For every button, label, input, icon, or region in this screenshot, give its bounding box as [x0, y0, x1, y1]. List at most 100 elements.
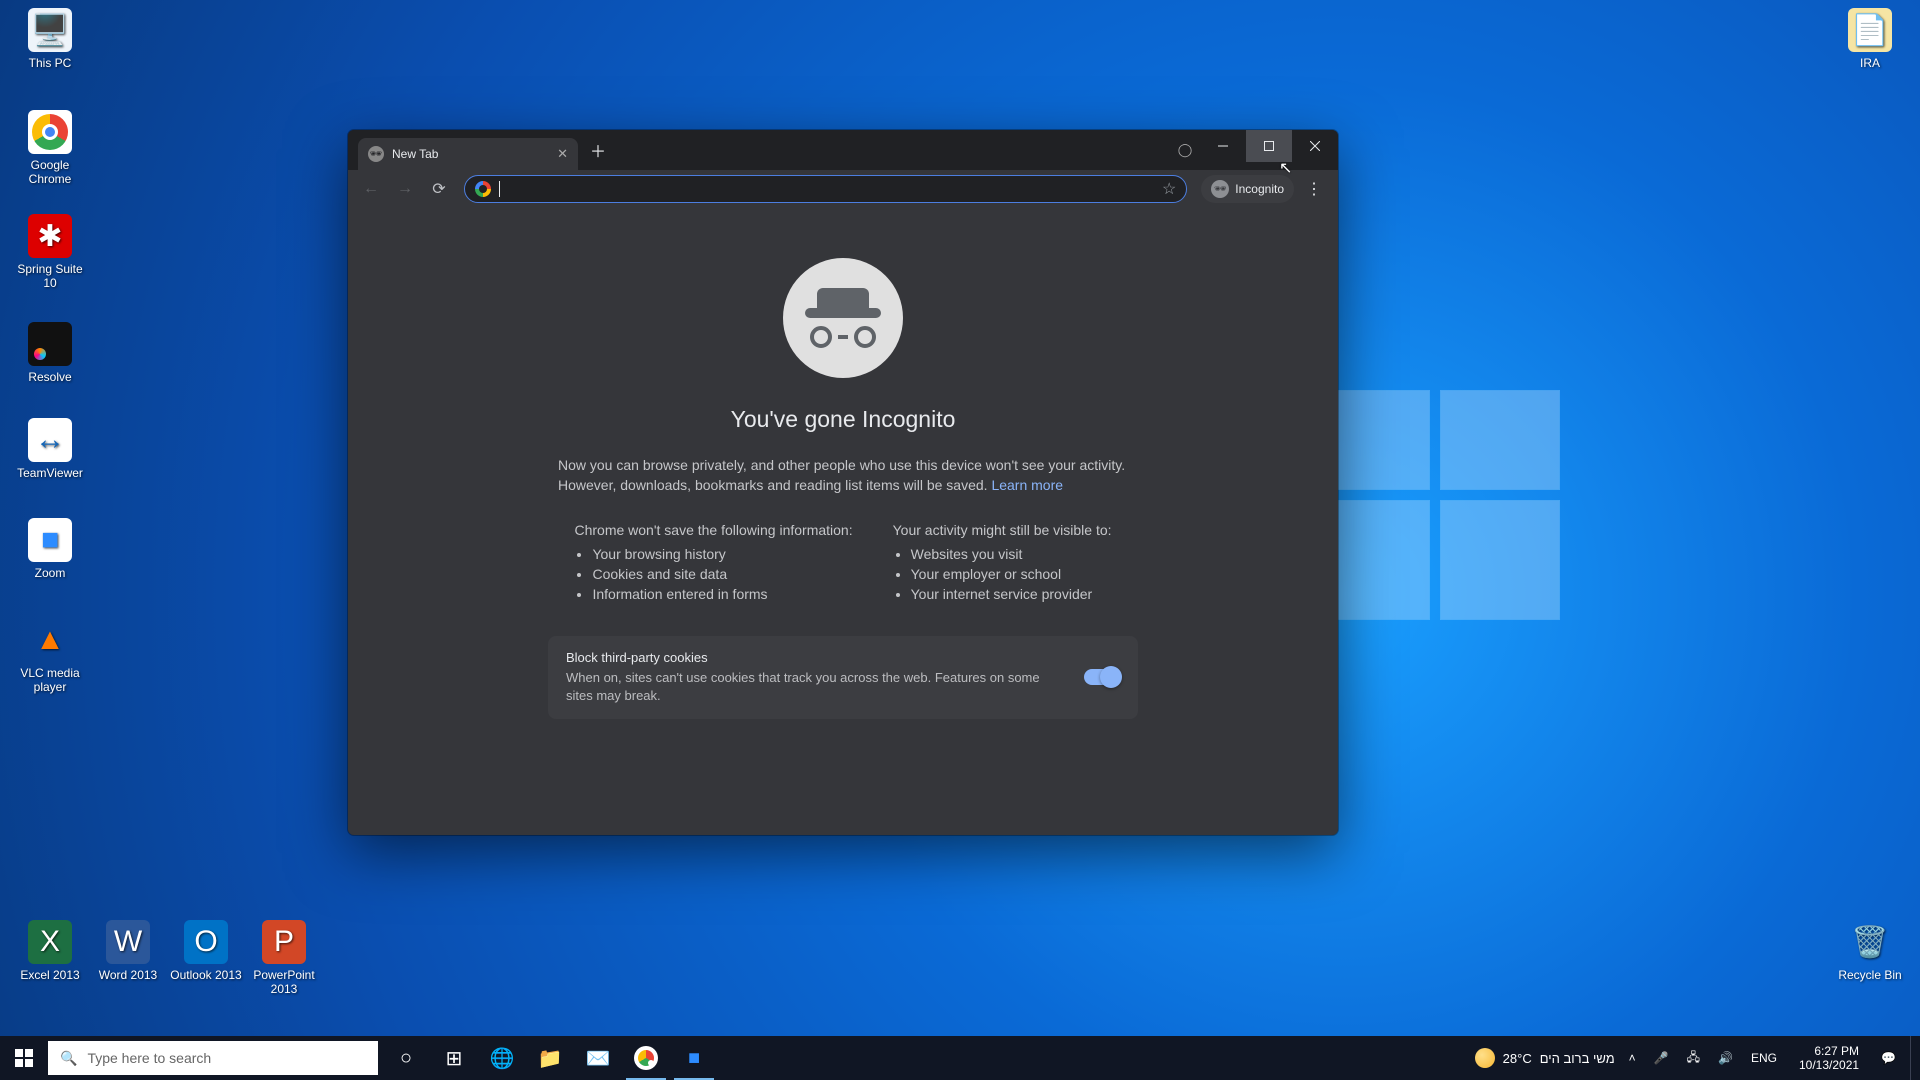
desktop-icon-label: Zoom — [12, 566, 88, 580]
taskbar-weather[interactable]: 28°C משי ברוב הים — [1475, 1048, 1615, 1068]
search-placeholder: Type here to search — [87, 1050, 211, 1066]
desktop-icon-label: TeamViewer — [12, 466, 88, 480]
taskbar-app-explorer[interactable]: 📁 — [526, 1036, 574, 1080]
desktop-icon-recycle-bin[interactable]: 🗑️ Recycle Bin — [1832, 920, 1908, 982]
omnibox[interactable]: ☆ — [464, 175, 1187, 203]
taskbar-app-chrome[interactable] — [622, 1036, 670, 1080]
list-item: Cookies and site data — [592, 566, 852, 582]
tray-volume-icon[interactable]: 🔊 — [1714, 1051, 1737, 1065]
desktop-icon-label: IRA — [1832, 56, 1908, 70]
vlc-icon: ▲ — [28, 618, 72, 662]
outlook-icon: O — [184, 920, 228, 964]
taskbar-app-mail[interactable]: ✉️ — [574, 1036, 622, 1080]
column-visible-to: Your activity might still be visible to:… — [893, 522, 1112, 606]
recycle-bin-icon: 🗑️ — [1848, 920, 1892, 964]
desktop-icon-vlc[interactable]: ▲ VLC media player — [12, 618, 88, 694]
desktop-icon-word[interactable]: W Word 2013 — [90, 920, 166, 982]
desktop-icon-spring-suite[interactable]: ✱ Spring Suite 10 — [12, 214, 88, 290]
desktop-icon-label: Spring Suite 10 — [12, 262, 88, 290]
word-icon: W — [106, 920, 150, 964]
show-desktop-button[interactable] — [1910, 1036, 1916, 1080]
this-pc-icon: 🖥️ — [28, 8, 72, 52]
search-icon: 🔍 — [60, 1050, 77, 1067]
taskbar-app-zoom[interactable]: ■ — [670, 1036, 718, 1080]
list-item: Information entered in forms — [592, 586, 852, 602]
cortana-button[interactable]: ○ — [382, 1036, 430, 1080]
info-columns: Chrome won't save the following informat… — [574, 522, 1111, 606]
page-content: You've gone Incognito Now you can browse… — [348, 208, 1338, 835]
chrome-menu-button[interactable]: ⋮ — [1298, 179, 1330, 199]
desktop-icon-zoom[interactable]: ■ Zoom — [12, 518, 88, 580]
site-info-button[interactable] — [475, 181, 491, 197]
powerpoint-icon: P — [262, 920, 306, 964]
desktop-icon-powerpoint[interactable]: P PowerPoint 2013 — [246, 920, 322, 996]
list-item: Your employer or school — [911, 566, 1112, 582]
browser-tab[interactable]: 🕶 New Tab ✕ — [358, 138, 578, 170]
desktop-icon-label: This PC — [12, 56, 88, 70]
address-input[interactable] — [508, 182, 1154, 197]
tab-search-button[interactable]: ◯ — [1170, 135, 1200, 165]
window-controls — [1200, 130, 1338, 162]
clock-date: 10/13/2021 — [1799, 1058, 1859, 1072]
desktop-icon-excel[interactable]: X Excel 2013 — [12, 920, 88, 982]
language-indicator[interactable]: ENG — [1747, 1051, 1781, 1065]
tray-network-icon[interactable]: 🖧 — [1683, 1048, 1704, 1069]
note-icon: 📄 — [1848, 8, 1892, 52]
new-tab-button[interactable]: ＋ — [578, 138, 618, 162]
tab-title: New Tab — [392, 147, 549, 161]
incognito-heading: You've gone Incognito — [731, 406, 956, 433]
resolve-icon — [28, 322, 72, 366]
desktop-icon-this-pc[interactable]: 🖥️ This PC — [12, 8, 88, 70]
column-wont-save: Chrome won't save the following informat… — [574, 522, 852, 606]
weather-text: משי ברוב הים — [1540, 1051, 1615, 1066]
learn-more-link[interactable]: Learn more — [991, 477, 1063, 493]
incognito-tab-icon: 🕶 — [368, 146, 384, 162]
taskbar-clock[interactable]: 6:27 PM 10/13/2021 — [1791, 1044, 1867, 1073]
zoom-icon: ■ — [28, 518, 72, 562]
task-view-button[interactable]: ⊞ — [430, 1036, 478, 1080]
desktop-icon-label: VLC media player — [12, 666, 88, 694]
maximize-button[interactable] — [1246, 130, 1292, 162]
desktop-icon-label: Excel 2013 — [12, 968, 88, 982]
block-cookies-toggle[interactable] — [1084, 669, 1120, 685]
action-center-button[interactable]: 💬 — [1877, 1051, 1900, 1065]
desktop-icon-teamviewer[interactable]: ↔ TeamViewer — [12, 418, 88, 480]
desktop-icon-outlook[interactable]: O Outlook 2013 — [168, 920, 244, 982]
taskbar-app-edge[interactable]: 🌐 — [478, 1036, 526, 1080]
clock-time: 6:27 PM — [1799, 1044, 1859, 1058]
desktop-icon-ira[interactable]: 📄 IRA — [1832, 8, 1908, 70]
spring-suite-icon: ✱ — [28, 214, 72, 258]
teamviewer-icon: ↔ — [28, 418, 72, 462]
column-heading: Chrome won't save the following informat… — [574, 522, 852, 538]
taskbar-search[interactable]: 🔍 Type here to search — [48, 1041, 378, 1075]
chrome-toolbar: ← → ⟳ ☆ 🕶 Incognito ⋮ — [348, 170, 1338, 208]
desktop-icon-label: Resolve — [12, 370, 88, 384]
forward-button[interactable]: → — [390, 174, 420, 204]
tray-overflow-button[interactable]: ˄ — [1625, 1051, 1640, 1065]
column-heading: Your activity might still be visible to: — [893, 522, 1112, 538]
incognito-indicator[interactable]: 🕶 Incognito — [1201, 175, 1294, 203]
desktop-icon-resolve[interactable]: Resolve — [12, 322, 88, 384]
desktop-icon-label: PowerPoint 2013 — [246, 968, 322, 996]
reload-button[interactable]: ⟳ — [424, 174, 454, 204]
close-tab-button[interactable]: ✕ — [557, 146, 568, 162]
incognito-intro: Now you can browse privately, and other … — [558, 455, 1128, 496]
tray-microphone-icon[interactable]: 🎤 — [1650, 1051, 1673, 1065]
weather-icon — [1475, 1048, 1495, 1068]
taskbar[interactable]: 🔍 Type here to search ○ ⊞ 🌐 📁 ✉️ ■ 28°C … — [0, 1036, 1920, 1080]
desktop[interactable]: 🖥️ This PC Google Chrome ✱ Spring Suite … — [0, 0, 1920, 1080]
chrome-titlebar[interactable]: 🕶 New Tab ✕ ＋ ◯ — [348, 130, 1338, 170]
desktop-icon-chrome[interactable]: Google Chrome — [12, 110, 88, 186]
chrome-window[interactable]: 🕶 New Tab ✕ ＋ ◯ ← → ⟳ — [348, 130, 1338, 835]
close-window-button[interactable] — [1292, 130, 1338, 162]
desktop-icon-label: Word 2013 — [90, 968, 166, 982]
start-button[interactable] — [0, 1036, 48, 1080]
chrome-icon — [28, 110, 72, 154]
excel-icon: X — [28, 920, 72, 964]
bookmark-button[interactable]: ☆ — [1162, 179, 1176, 199]
incognito-icon: 🕶 — [1211, 180, 1229, 198]
minimize-button[interactable] — [1200, 130, 1246, 162]
back-button[interactable]: ← — [356, 174, 386, 204]
incognito-hero-icon — [783, 258, 903, 378]
wallpaper-windows-logo — [1330, 390, 1560, 620]
